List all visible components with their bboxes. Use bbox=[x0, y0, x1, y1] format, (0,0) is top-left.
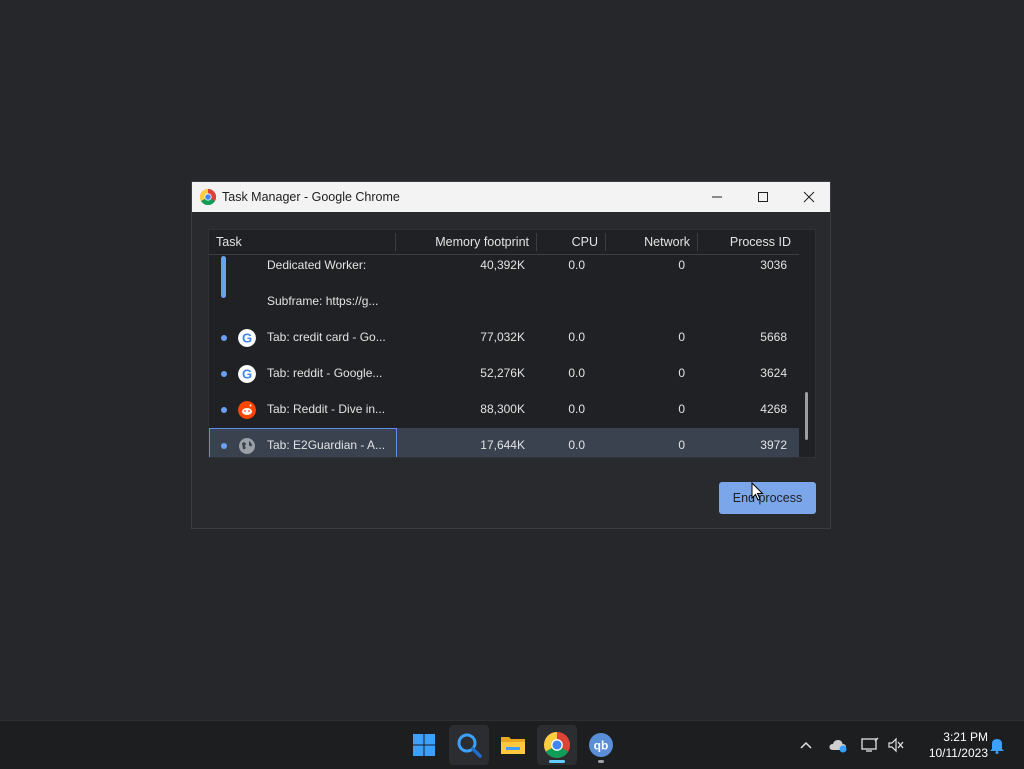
network-usage: 0 bbox=[678, 330, 685, 344]
column-header-cpu[interactable]: CPU bbox=[536, 235, 598, 249]
google-icon: G bbox=[238, 365, 256, 383]
cpu-usage: 0.0 bbox=[568, 366, 585, 380]
cpu-usage: 0.0 bbox=[568, 402, 585, 416]
network-usage: 0 bbox=[678, 366, 685, 380]
task-name: Tab: Reddit - Dive in... bbox=[267, 402, 386, 416]
chrome-taskbar-button[interactable] bbox=[537, 725, 577, 765]
table-row[interactable]: G Tab: credit card - Go... 77,032K 0.0 0… bbox=[209, 320, 799, 356]
onedrive-tray[interactable] bbox=[826, 721, 850, 769]
memory-footprint: 77,032K bbox=[480, 330, 525, 344]
search-button[interactable] bbox=[449, 725, 489, 765]
memory-footprint: 88,300K bbox=[480, 402, 525, 416]
bell-icon bbox=[990, 739, 1004, 754]
mouse-cursor-icon bbox=[751, 482, 764, 501]
task-name: Subframe: https://g... bbox=[267, 294, 379, 308]
title-bar[interactable]: Task Manager - Google Chrome bbox=[192, 182, 830, 212]
scrollbar-thumb[interactable] bbox=[805, 392, 808, 440]
clock[interactable]: 3:21 PM 10/11/2023 bbox=[912, 729, 988, 761]
task-name: Tab: reddit - Google... bbox=[267, 366, 383, 380]
task-name: Tab: E2Guardian - A... bbox=[267, 438, 386, 452]
cpu-usage: 0.0 bbox=[568, 258, 585, 272]
column-header-task[interactable]: Task bbox=[216, 235, 242, 249]
search-icon bbox=[457, 733, 482, 758]
memory-footprint: 40,392K bbox=[480, 258, 525, 272]
process-table: Task Memory footprint CPU Network Proces… bbox=[208, 229, 816, 458]
qbittorrent-button[interactable]: qb bbox=[581, 725, 621, 765]
start-button[interactable] bbox=[404, 725, 444, 765]
volume-muted-icon bbox=[888, 737, 904, 753]
file-explorer-icon bbox=[501, 737, 525, 754]
table-row[interactable]: G Tab: reddit - Google... 52,276K 0.0 0 … bbox=[209, 356, 799, 392]
svg-text:G: G bbox=[242, 367, 252, 382]
table-row-selected[interactable]: Tab: E2Guardian - A... 17,644K 0.0 0 397… bbox=[209, 428, 799, 457]
file-explorer-button[interactable] bbox=[493, 725, 533, 765]
chrome-icon bbox=[200, 189, 216, 205]
maximize-button[interactable] bbox=[740, 182, 786, 212]
memory-footprint: 52,276K bbox=[480, 366, 525, 380]
notifications-button[interactable] bbox=[986, 721, 1008, 769]
active-app-indicator bbox=[549, 760, 565, 763]
task-manager-window: Task Manager - Google Chrome Task Memory… bbox=[191, 181, 831, 529]
process-dot bbox=[221, 335, 227, 341]
network-tray[interactable] bbox=[858, 721, 882, 769]
network-icon bbox=[861, 737, 879, 752]
close-button[interactable] bbox=[786, 182, 832, 212]
clock-date: 10/11/2023 bbox=[928, 746, 988, 760]
minimize-icon bbox=[712, 196, 722, 198]
vertical-scrollbar[interactable] bbox=[799, 230, 815, 457]
column-header-network[interactable]: Network bbox=[605, 235, 690, 249]
chevron-up-icon bbox=[800, 741, 812, 749]
clock-time: 3:21 PM bbox=[943, 730, 988, 744]
process-id: 3036 bbox=[760, 258, 787, 272]
windows-start-icon bbox=[413, 734, 435, 756]
process-dot bbox=[221, 407, 227, 413]
process-id: 3972 bbox=[760, 438, 787, 452]
table-body: Dedicated Worker: 40,392K 0.0 0 3036 Sub… bbox=[209, 254, 799, 457]
table-row[interactable]: Dedicated Worker: 40,392K 0.0 0 3036 bbox=[209, 248, 799, 298]
window-title: Task Manager - Google Chrome bbox=[222, 190, 400, 204]
task-name: Tab: credit card - Go... bbox=[267, 330, 386, 344]
task-name: Dedicated Worker: bbox=[267, 258, 367, 272]
process-id: 5668 bbox=[760, 330, 787, 344]
globe-icon bbox=[239, 438, 255, 454]
qbittorrent-icon: qb bbox=[589, 733, 613, 757]
process-id: 4268 bbox=[760, 402, 787, 416]
column-header-process-id[interactable]: Process ID bbox=[697, 235, 791, 249]
memory-footprint: 17,644K bbox=[480, 438, 525, 452]
cpu-usage: 0.0 bbox=[568, 438, 585, 452]
volume-tray[interactable] bbox=[884, 721, 908, 769]
cpu-usage: 0.0 bbox=[568, 330, 585, 344]
process-id: 3624 bbox=[760, 366, 787, 380]
minimize-button[interactable] bbox=[694, 182, 740, 212]
network-usage: 0 bbox=[678, 258, 685, 272]
cloud-icon bbox=[829, 740, 847, 753]
svg-text:qb: qb bbox=[594, 739, 609, 753]
maximize-icon bbox=[758, 192, 768, 202]
show-hidden-icons-button[interactable] bbox=[794, 721, 818, 769]
table-row[interactable]: Tab: Reddit - Dive in... 88,300K 0.0 0 4… bbox=[209, 392, 799, 428]
google-icon: G bbox=[238, 329, 256, 347]
running-app-indicator bbox=[598, 760, 604, 763]
reddit-icon bbox=[238, 401, 256, 419]
chrome-icon bbox=[544, 732, 570, 758]
taskbar: qb 3:21 PM 10/11/2023 bbox=[0, 720, 1024, 769]
table-row[interactable]: Subframe: https://g... bbox=[209, 284, 799, 320]
network-usage: 0 bbox=[678, 402, 685, 416]
close-icon bbox=[803, 191, 815, 203]
process-dot bbox=[221, 371, 227, 377]
process-dot bbox=[221, 443, 227, 449]
end-process-button[interactable]: End process bbox=[719, 482, 816, 514]
svg-text:G: G bbox=[242, 331, 252, 346]
column-header-memory[interactable]: Memory footprint bbox=[395, 235, 529, 249]
network-usage: 0 bbox=[678, 438, 685, 452]
